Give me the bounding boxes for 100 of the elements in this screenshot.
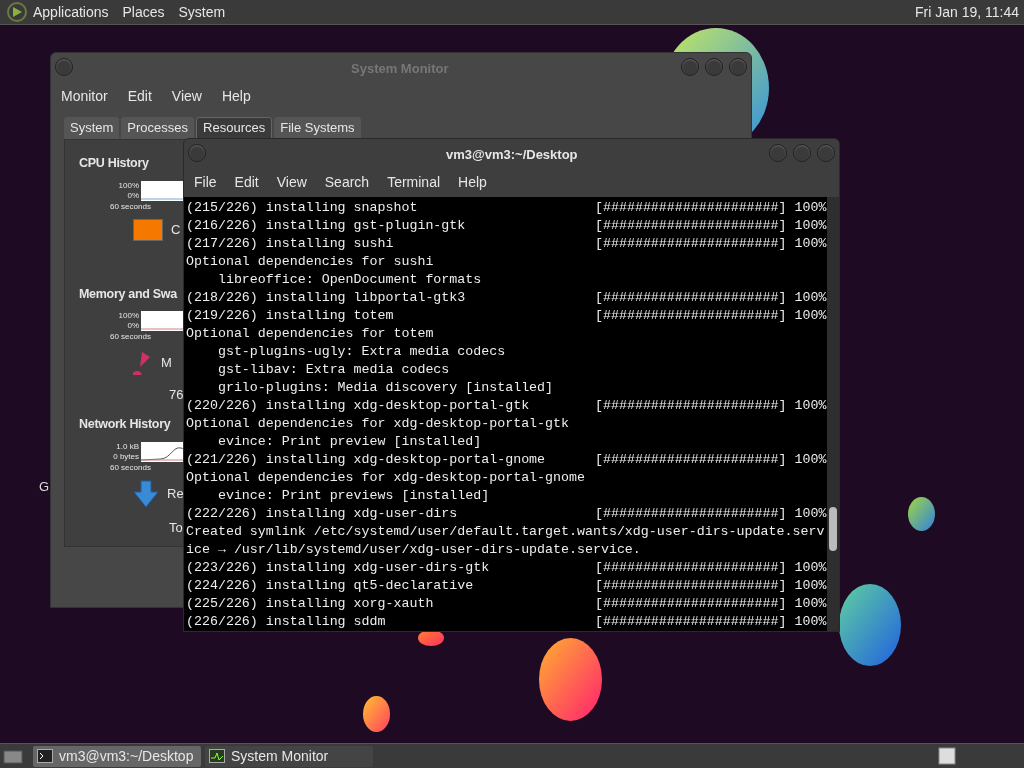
terminal-line: (224/226) installing qt5-declarative	[186, 577, 475, 595]
clock[interactable]: Fri Jan 19, 11:44	[914, 1, 1019, 23]
tab[interactable]: System	[64, 117, 120, 139]
percent-text: 100%	[794, 595, 827, 613]
percent-text: 100%	[794, 577, 827, 595]
terminal-line: (226/226) installing sddm	[186, 613, 387, 631]
terminal-line: (223/226) installing xdg-user-dirs-gtk	[186, 559, 491, 577]
window-control-button[interactable]	[681, 58, 699, 76]
terminal-line: gst-libav: Extra media codecs	[216, 362, 450, 377]
terminal-line: (216/226) installing gst-plugin-gtk	[186, 217, 467, 235]
window-control-button[interactable]	[55, 58, 73, 76]
window-control-button[interactable]	[729, 58, 747, 76]
balloon-drawing	[418, 630, 444, 646]
menu-item[interactable]: Monitor	[61, 85, 108, 107]
legend-label: To	[169, 519, 183, 538]
legend-label: Re	[167, 485, 184, 504]
terminal-line: (219/226) installing totem	[186, 307, 395, 325]
terminal-line: (217/226) installing sushi	[186, 235, 395, 253]
legend-label: M	[161, 353, 172, 372]
tab[interactable]: Resources	[196, 117, 273, 139]
menu-item[interactable]: Edit	[234, 171, 259, 193]
progress-text: [######################]	[595, 613, 787, 631]
tab[interactable]: File Systems	[274, 117, 361, 139]
terminal-line: evince: Print preview [installed]	[216, 434, 482, 449]
terminal-icon	[37, 749, 53, 763]
axis-label: 0%	[127, 190, 139, 201]
legend-label: C	[171, 221, 181, 239]
down-arrow-icon	[133, 480, 159, 509]
terminal-line: grilo-plugins: Media discovery [installed]	[216, 380, 554, 395]
axis-label: 60 seconds	[110, 200, 151, 213]
axis-label: 1.0 kB	[116, 442, 139, 453]
terminal-line: (215/226) installing snapshot	[186, 199, 419, 217]
terminal-line: libreoffice: OpenDocument formats	[216, 272, 482, 287]
progress-text: [######################]	[595, 559, 787, 577]
monitor-icon	[209, 749, 225, 763]
window-control-button[interactable]	[817, 144, 835, 162]
percent-text: 100%	[794, 451, 827, 469]
progress-text: [######################]	[595, 577, 787, 595]
legend-label: 76	[169, 386, 184, 405]
terminal-line: evince: Print previews [installed]	[216, 488, 490, 503]
workspace-icon[interactable]	[938, 747, 956, 765]
show-desktop-icon[interactable]	[3, 748, 23, 764]
menu-item[interactable]: View	[171, 85, 202, 107]
desktop-icon-label: G	[39, 478, 50, 496]
progress-text: [######################]	[595, 289, 787, 307]
progress-text: [######################]	[595, 505, 787, 523]
percent-text: 100%	[794, 217, 827, 235]
axis-label: 100%	[118, 311, 139, 322]
terminal-line: Optional dependencies for totem	[186, 326, 434, 341]
taskbar-item[interactable]: System Monitor	[205, 745, 373, 767]
terminal-line: gst-plugins-ugly: Extra media codecs	[216, 344, 506, 359]
menu-item[interactable]: File	[194, 171, 217, 193]
progress-text: [######################]	[595, 235, 787, 253]
axis-label: 60 seconds	[110, 331, 151, 344]
section-heading: Network History	[79, 416, 171, 434]
axis-label: 60 seconds	[110, 462, 151, 475]
progress-text: [######################]	[595, 199, 787, 217]
panel-menu[interactable]: Places	[122, 1, 165, 23]
percent-text: 100%	[794, 235, 827, 253]
progress-text: [######################]	[595, 397, 787, 415]
terminal-line: ice → /usr/lib/systemd/user/xdg-user-dirs-update.service.	[186, 542, 641, 557]
menu-item[interactable]: Edit	[127, 85, 152, 107]
percent-text: 100%	[794, 307, 827, 325]
color-swatch[interactable]	[133, 218, 163, 241]
terminal-line: Created symlink /etc/systemd/user/default.target.wants/xdg-user-dirs-update.serv	[186, 524, 825, 539]
panel-menu[interactable]: Applications	[33, 1, 109, 23]
section-heading: Memory and Swa	[79, 285, 177, 303]
scrollbar[interactable]	[827, 197, 839, 631]
terminal-line: (220/226) installing xdg-desktop-portal-gtk	[186, 397, 531, 415]
progress-text: [######################]	[595, 217, 787, 235]
percent-text: 100%	[794, 505, 827, 523]
terminal-line: Optional dependencies for xdg-desktop-portal-gtk	[186, 416, 569, 431]
window-control-button[interactable]	[769, 144, 787, 162]
terminal-line: (222/226) installing xdg-user-dirs	[186, 505, 459, 523]
panel-menu[interactable]: System	[178, 1, 226, 23]
menu-item[interactable]: Help	[221, 85, 251, 107]
menu-item[interactable]: Help	[458, 171, 487, 193]
percent-text: 100%	[794, 199, 827, 217]
window-control-button[interactable]	[705, 58, 723, 76]
window-control-button[interactable]	[793, 144, 811, 162]
balloon-drawing	[363, 696, 390, 732]
percent-text: 100%	[794, 289, 827, 307]
axis-label: 100%	[118, 180, 139, 191]
terminal-line: Optional dependencies for xdg-desktop-portal-gnome	[186, 470, 585, 485]
progress-text: [######################]	[595, 595, 787, 613]
menu-item[interactable]: Search	[324, 171, 370, 193]
tab[interactable]: Processes	[121, 117, 195, 139]
menu-item[interactable]: Terminal	[387, 171, 441, 193]
taskbar-item[interactable]: vm3@vm3:~/Desktop	[33, 745, 201, 767]
axis-label: 0%	[127, 321, 139, 332]
terminal-line: Optional dependencies for sushi	[186, 254, 434, 269]
progress-text: [######################]	[595, 451, 787, 469]
axis-label: 0 bytes	[113, 452, 139, 463]
logo-icon[interactable]	[6, 1, 28, 23]
percent-text: 100%	[794, 613, 827, 631]
window-control-button[interactable]	[188, 144, 206, 162]
window-title: vm3@vm3:~/Desktop	[446, 146, 578, 164]
section-heading: CPU History	[79, 155, 149, 172]
percent-text: 100%	[794, 559, 827, 577]
menu-item[interactable]: View	[276, 171, 307, 193]
